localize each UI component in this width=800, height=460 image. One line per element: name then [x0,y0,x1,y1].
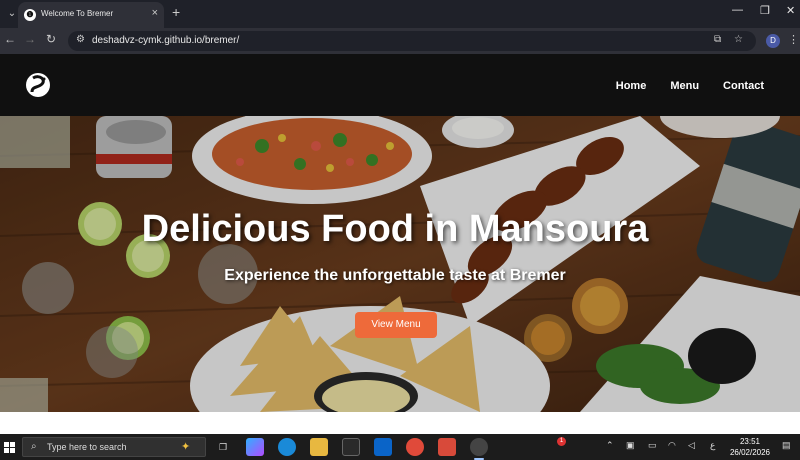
search-highlight-icon: ✦ [181,441,191,453]
forward-icon[interactable]: → [24,32,36,46]
notification-badge: 1 [557,437,566,446]
microsoft-store-icon[interactable] [342,438,360,456]
view-menu-button[interactable]: View Menu [355,312,437,338]
clock-time: 23:51 [739,437,761,446]
site-header: Home Menu Contact [0,54,800,116]
close-tab-icon[interactable]: × [152,7,158,19]
hero-title: Delicious Food in Mansoura [141,208,649,250]
clock-date: 26/02/2026 [729,448,771,457]
hero-overlay [0,116,800,412]
gmail-icon[interactable] [438,438,456,456]
chrome-app-icon[interactable] [406,438,424,456]
page-content-below-hero [0,412,800,434]
back-icon[interactable]: ← [4,32,16,46]
hidden-icons-chevron-icon[interactable]: ⌃ [606,440,614,451]
language-indicator[interactable]: ع [710,440,715,451]
taskbar-search-box[interactable]: ⌕ Type here to search ✦ [22,437,206,457]
tab-title: Welcome To Bremer [41,9,114,18]
new-tab-button[interactable]: + [172,4,180,20]
windows-taskbar: ⌕ Type here to search ✦ ❐ 1 ⌃ ▣ ▭ ◠ ◁ ع … [0,434,800,460]
browser-menu-icon[interactable]: ⋮ [788,33,799,46]
site-favicon-icon: ❶ [24,9,36,21]
bookmark-star-icon[interactable]: ☆ [734,34,743,45]
outlook-icon[interactable] [374,438,392,456]
translate-icon[interactable]: ⧉ [714,34,721,45]
nav-home[interactable]: Home [616,80,647,92]
nav-menu[interactable]: Menu [670,80,699,92]
camera-icon[interactable]: ▣ [626,440,635,451]
reload-icon[interactable]: ↻ [46,32,56,46]
task-view-icon[interactable]: ❐ [214,438,232,456]
main-nav: Home Menu Contact [616,80,764,92]
copilot-icon[interactable] [246,438,264,456]
minimize-button[interactable]: — [732,4,743,16]
edge-icon[interactable] [278,438,296,456]
search-placeholder: Type here to search [47,442,127,452]
browser-toolbar: ← → ↻ ⚙ deshadvz-cymk.github.io/bremer/ … [0,28,800,54]
tab-welcome-to-bremer[interactable]: ❶ Welcome To Bremer × [18,2,164,28]
profile-avatar[interactable]: D [766,34,780,48]
maximize-button[interactable]: ❐ [760,4,770,17]
address-bar[interactable]: ⚙ deshadvz-cymk.github.io/bremer/ ⧉ ☆ [68,31,756,51]
browser-tab-strip: ⌄ ❶ Welcome To Bremer × + — ❐ ✕ [0,0,800,28]
url-text[interactable]: deshadvz-cymk.github.io/bremer/ [92,35,239,46]
chrome-active-icon[interactable] [470,438,488,456]
taskbar-clock[interactable]: 23:51 26/02/2026 [728,436,772,458]
site-info-icon[interactable]: ⚙ [76,34,85,45]
nav-contact[interactable]: Contact [723,80,764,92]
close-window-button[interactable]: ✕ [786,4,795,17]
wifi-icon[interactable]: ◠ [668,440,676,451]
windows-start-icon[interactable] [0,434,20,460]
bremer-logo[interactable] [24,70,52,100]
search-icon: ⌕ [31,441,37,452]
hero-section: Delicious Food in Mansoura Experience th… [0,116,800,412]
hero-subtitle: Experience the unforgettable taste at Br… [224,267,566,284]
notification-center-icon[interactable]: ▤ [782,440,791,451]
file-explorer-icon[interactable] [310,438,328,456]
battery-icon[interactable]: ▭ [648,440,657,451]
volume-icon[interactable]: ◁ [688,440,695,451]
